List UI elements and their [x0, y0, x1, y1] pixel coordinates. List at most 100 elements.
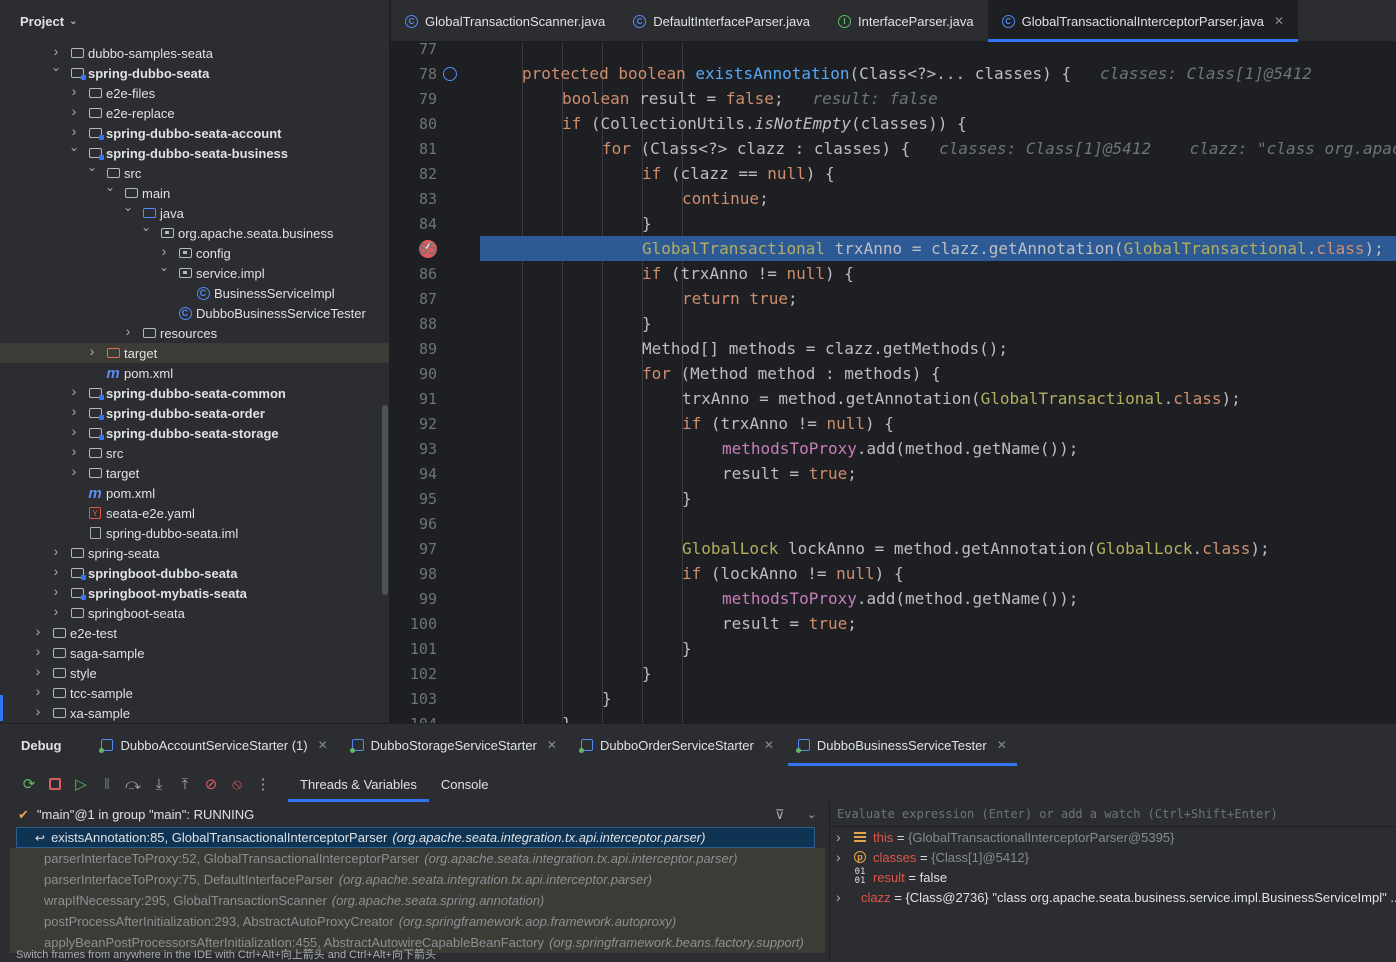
override-marker-icon[interactable] [443, 66, 457, 81]
code-line[interactable]: 84} [391, 211, 1396, 236]
code-line[interactable]: 91 trxAnno = method.getAnnotation(GlobalT… [391, 386, 1396, 411]
step-over-icon[interactable]: ⤼ [120, 771, 146, 797]
chevron-right-icon[interactable]: › [68, 383, 80, 399]
chevron-down-icon[interactable]: ⌄ [50, 60, 62, 74]
current-execution-line[interactable]: 85 GlobalTransactional trxAnno = clazz.ge… [391, 236, 1396, 261]
tree-item[interactable]: › saga-sample [0, 643, 389, 663]
code-line[interactable]: 83 continue; [391, 186, 1396, 211]
resume-icon[interactable]: ▷ [68, 771, 94, 797]
editor-tab[interactable]: C GlobalTransactionalInterceptorParser.ja… [987, 0, 1299, 42]
tree-item[interactable]: ⌄ spring-dubbo-seata [0, 60, 389, 83]
stack-frame[interactable]: postProcessAfterInitialization:293, Abst… [10, 911, 825, 932]
code-line[interactable]: 95} [391, 486, 1396, 511]
tab-console[interactable]: Console [429, 766, 501, 802]
close-icon[interactable]: ✕ [764, 738, 774, 752]
tree-item[interactable]: C DubboBusinessServiceTester [0, 303, 389, 323]
more-icon[interactable]: ⋮ [250, 771, 276, 797]
chevron-right-icon[interactable]: › [50, 583, 62, 599]
tree-item[interactable]: ⌄ src [0, 160, 389, 183]
variable-row[interactable]: 01 01 result = false [830, 867, 1396, 887]
editor-tab[interactable]: I InterfaceParser.java [824, 0, 988, 42]
variable-row[interactable]: › clazz = {Class@2736} "class org.apache.… [830, 887, 1396, 907]
close-icon[interactable]: ✕ [997, 738, 1007, 752]
tree-item[interactable]: ⌄ service.impl [0, 260, 389, 283]
chevron-right-icon[interactable]: › [158, 243, 170, 259]
chevron-right-icon[interactable]: › [68, 123, 80, 139]
code-line[interactable]: 80 if (CollectionUtils.isNotEmpty(classes… [391, 111, 1396, 136]
tree-item[interactable]: › e2e-test [0, 623, 389, 643]
code-line[interactable]: 93 methodsToProxy.add(method.getName()); [391, 436, 1396, 461]
tree-item[interactable]: › springboot-mybatis-seata [0, 583, 389, 603]
code-line[interactable]: 97 GlobalLock lockAnno = method.getAnnota… [391, 536, 1396, 561]
chevron-right-icon[interactable]: › [68, 423, 80, 439]
tree-item[interactable]: ⌄ org.apache.seata.business [0, 220, 389, 243]
chevron-down-icon[interactable]: ⌄ [158, 260, 170, 274]
code-line[interactable]: 77 [391, 42, 1396, 61]
tree-item[interactable]: › target [0, 343, 389, 363]
code-line[interactable]: 104} [391, 711, 1396, 723]
tree-item[interactable]: › target [0, 463, 389, 483]
code-line[interactable]: 78 protected boolean existsAnnotation(Cla… [391, 61, 1396, 86]
code-line[interactable]: 90 for (Method method : methods) { [391, 361, 1396, 386]
stack-frame[interactable]: ↩ existsAnnotation:85, GlobalTransactiona… [16, 827, 815, 848]
chevron-right-icon[interactable]: › [836, 849, 841, 865]
tree-item[interactable]: › springboot-seata [0, 603, 389, 623]
chevron-right-icon[interactable]: › [68, 103, 80, 119]
tree-item[interactable]: › e2e-files [0, 83, 389, 103]
chevron-down-icon[interactable]: ⌄ [69, 16, 77, 27]
chevron-right-icon[interactable]: › [836, 889, 841, 905]
code-editor[interactable]: 77 78 protected boolean existsAnnotation(C… [391, 42, 1396, 723]
tree-item[interactable]: › resources [0, 323, 389, 343]
chevron-right-icon[interactable]: › [32, 663, 44, 679]
tree-item[interactable]: m pom.xml [0, 483, 389, 503]
code-line[interactable]: 79 boolean result = false; result: false [391, 86, 1396, 111]
code-line[interactable]: 88} [391, 311, 1396, 336]
pause-icon[interactable]: ‖ [94, 771, 120, 797]
debug-session-tab[interactable]: DubboBusinessServiceTester ✕ [787, 724, 1017, 766]
chevron-right-icon[interactable]: › [50, 603, 62, 619]
tree-item[interactable]: ⌄ main [0, 180, 389, 203]
editor-tab[interactable]: C DefaultInterfaceParser.java [619, 0, 824, 42]
variable-row[interactable]: › this = {GlobalTransactionalInterceptorP… [830, 827, 1396, 847]
code-line[interactable]: 100 result = true; [391, 611, 1396, 636]
rerun-icon[interactable]: ⟳ [16, 771, 42, 797]
view-breakpoints-icon[interactable]: ⊘ [198, 771, 224, 797]
tree-item[interactable]: spring-dubbo-seata.iml [0, 523, 389, 543]
code-line[interactable]: 87 return true; [391, 286, 1396, 311]
chevron-right-icon[interactable]: › [68, 403, 80, 419]
close-icon[interactable]: ✕ [318, 738, 328, 752]
tree-item[interactable]: › spring-dubbo-seata-order [0, 403, 389, 423]
chevron-right-icon[interactable]: › [32, 703, 44, 719]
stack-frame[interactable]: wrapIfNecessary:295, GlobalTransactionSc… [10, 890, 825, 911]
chevron-right-icon[interactable]: › [122, 323, 134, 339]
code-line[interactable]: 92 if (trxAnno != null) { [391, 411, 1396, 436]
project-header[interactable]: Project ⌄ [0, 0, 389, 42]
chevron-right-icon[interactable]: › [68, 83, 80, 99]
close-icon[interactable]: ✕ [547, 738, 557, 752]
chevron-right-icon[interactable]: › [68, 443, 80, 459]
tab-threads-variables[interactable]: Threads & Variables [288, 766, 429, 802]
chevron-down-icon[interactable]: ⌄ [68, 140, 80, 154]
chevron-down-icon[interactable]: ⌄ [140, 220, 152, 234]
chevron-down-icon[interactable]: ⌄ [104, 180, 116, 194]
debug-session-tab[interactable]: DubboOrderServiceStarter ✕ [571, 724, 784, 766]
tree-item[interactable]: m pom.xml [0, 363, 389, 383]
tree-item[interactable]: › spring-seata [0, 543, 389, 563]
tree-item[interactable]: › springboot-dubbo-seata [0, 563, 389, 583]
tree-item[interactable]: Yseata-e2e.yaml [0, 503, 389, 523]
chevron-down-icon[interactable]: ⌄ [807, 808, 816, 821]
chevron-right-icon[interactable]: › [32, 643, 44, 659]
code-line[interactable]: 98 if (lockAnno != null) { [391, 561, 1396, 586]
tree-item[interactable]: › spring-dubbo-seata-account [0, 123, 389, 143]
editor-tab[interactable]: C GlobalTransactionScanner.java [391, 0, 619, 42]
stop-icon[interactable] [42, 771, 68, 797]
code-line[interactable]: 99 methodsToProxy.add(method.getName()); [391, 586, 1396, 611]
code-line[interactable]: 94 result = true; [391, 461, 1396, 486]
tree-item[interactable]: › spring-dubbo-seata-storage [0, 423, 389, 443]
code-line[interactable]: 81 for (Class<?> clazz : classes) { class… [391, 136, 1396, 161]
code-line[interactable]: 86 if (trxAnno != null) { [391, 261, 1396, 286]
step-out-icon[interactable]: ⤒ [172, 771, 198, 797]
stack-frame[interactable]: parserInterfaceToProxy:52, GlobalTransac… [10, 848, 825, 869]
variable-row[interactable]: › p classes = {Class[1]@5412} [830, 847, 1396, 867]
chevron-down-icon[interactable]: ⌄ [122, 200, 134, 214]
